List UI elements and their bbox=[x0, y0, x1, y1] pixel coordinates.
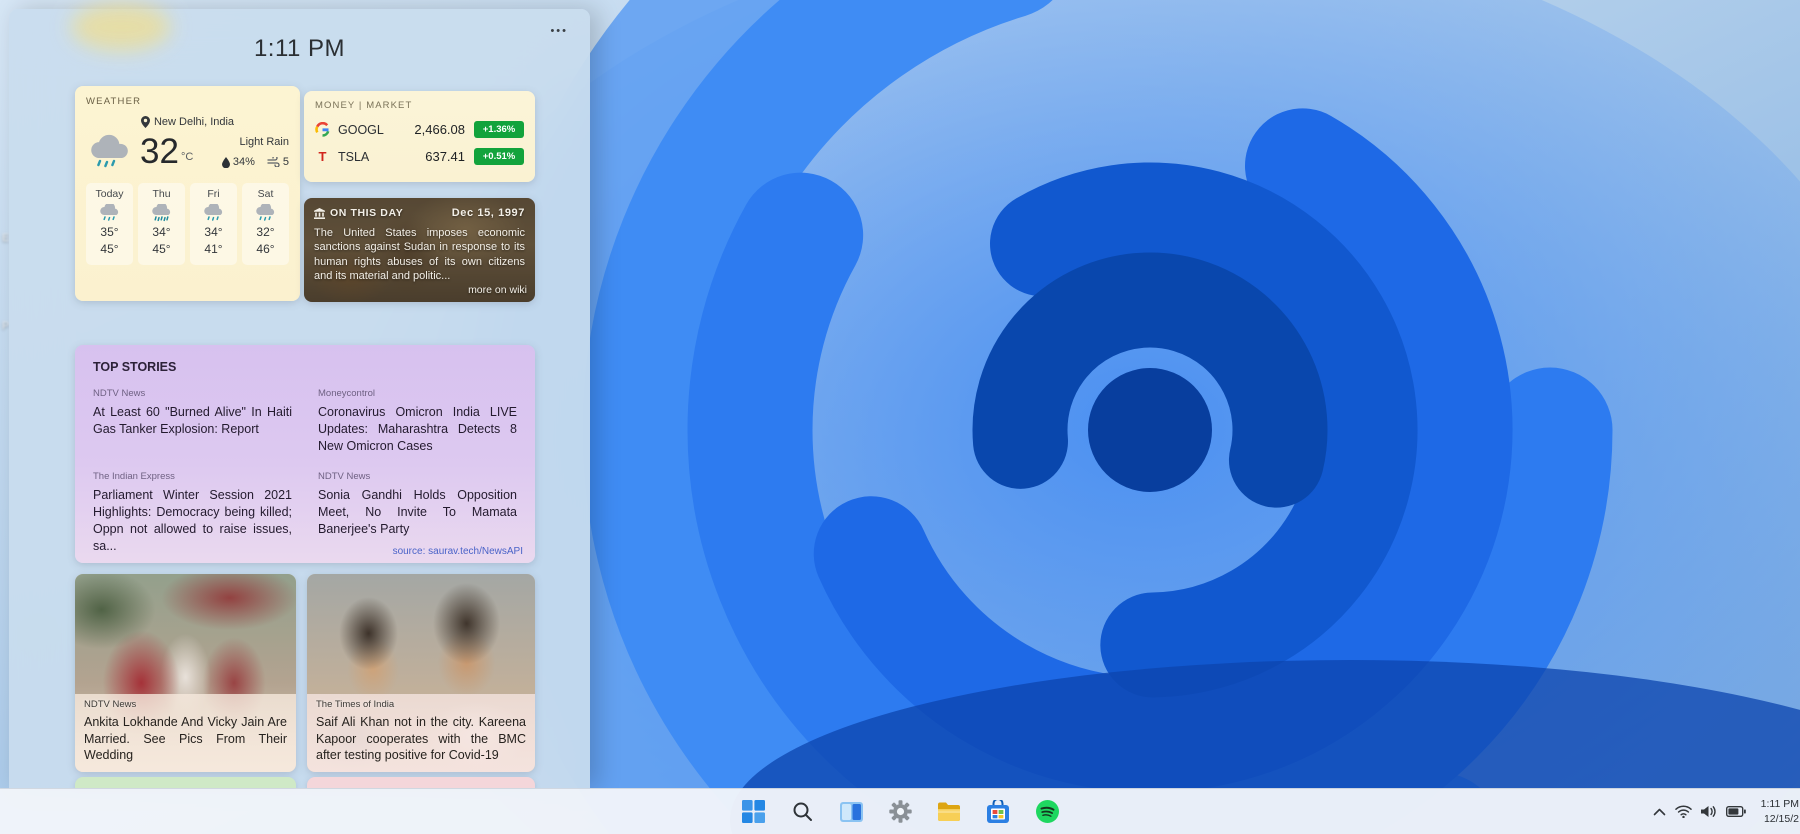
stock-change-badge: +1.36% bbox=[474, 121, 524, 138]
weather-temp: 32 bbox=[140, 132, 179, 171]
desktop: E P 1:11 PM ••• WEATHER New Delhi, India… bbox=[0, 0, 1800, 834]
stories-attribution-link[interactable]: source: saurav.tech/NewsAPI bbox=[393, 546, 523, 557]
location-pin-icon bbox=[140, 116, 150, 128]
volume-icon[interactable] bbox=[1701, 805, 1717, 818]
more-options-button[interactable]: ••• bbox=[544, 21, 574, 41]
stock-symbol: GOOGL bbox=[338, 122, 384, 137]
tray-time: 1:11 PM bbox=[1760, 798, 1799, 811]
rain-cloud-icon bbox=[203, 204, 222, 221]
more-on-wiki-link[interactable]: more on wiki bbox=[468, 284, 527, 296]
top-stories-widget: TOP STORIES NDTV News At Least 60 "Burne… bbox=[75, 345, 535, 563]
story-source: The Indian Express bbox=[93, 471, 175, 483]
weather-forecast: Today 35° 45° Thu 34° 45° Fri 34° 41° Sat bbox=[86, 183, 289, 265]
forecast-day[interactable]: Fri 34° 41° bbox=[190, 183, 237, 265]
news-card[interactable]: The Times of India Saif Ali Khan not in … bbox=[307, 574, 535, 772]
stock-symbol: TSLA bbox=[338, 149, 370, 164]
market-widget[interactable]: MONEY | MARKET GOOGL 2,466.08 +1.36% T T… bbox=[304, 91, 535, 182]
forecast-day[interactable]: Thu 34° 45° bbox=[138, 183, 185, 265]
story-source: NDTV News bbox=[318, 471, 371, 483]
story-item[interactable]: Moneycontrol Coronavirus Omicron India L… bbox=[318, 388, 517, 454]
widgets-time: 1:11 PM bbox=[253, 35, 346, 62]
weather-location: New Delhi, India bbox=[153, 116, 235, 128]
spotify-button[interactable] bbox=[1029, 794, 1065, 830]
stock-change-badge: +0.51% bbox=[474, 148, 524, 165]
market-title: MONEY | MARKET bbox=[315, 100, 413, 111]
task-view-button[interactable] bbox=[833, 794, 869, 830]
top-stories-title: TOP STORIES bbox=[93, 360, 177, 374]
tray-clock[interactable]: 1:11 PM 12/15/2 bbox=[1755, 797, 1799, 825]
tesla-logo-icon: T bbox=[318, 149, 327, 164]
heavy-rain-cloud-icon bbox=[151, 204, 170, 222]
taskbar: 1:11 PM 12/15/2 bbox=[0, 788, 1800, 834]
file-explorer-button[interactable] bbox=[931, 794, 967, 830]
humidity-icon bbox=[221, 156, 230, 168]
story-source: Moneycontrol bbox=[318, 388, 376, 399]
news-headline: Ankita Lokhande And Vicky Jain Are Marri… bbox=[84, 715, 287, 763]
weather-wind: 5 bbox=[282, 156, 289, 168]
battery-icon[interactable] bbox=[1726, 806, 1746, 817]
story-item[interactable]: NDTV News Sonia Gandhi Holds Opposition … bbox=[318, 471, 517, 554]
on-this-day-date: Dec 15, 1997 bbox=[451, 207, 525, 219]
story-headline: At Least 60 "Burned Alive" In Haiti Gas … bbox=[93, 405, 292, 436]
stock-row[interactable]: GOOGL 2,466.08 +1.36% bbox=[315, 121, 524, 138]
story-source: NDTV News bbox=[93, 388, 146, 399]
next-card-peek bbox=[75, 777, 296, 788]
weather-humidity: 34% bbox=[232, 156, 255, 168]
stock-price: 2,466.08 bbox=[414, 122, 465, 137]
news-headline: Saif Ali Khan not in the city. Kareena K… bbox=[316, 715, 526, 763]
story-headline: Parliament Winter Session 2021 Highlight… bbox=[93, 488, 292, 553]
story-headline: Coronavirus Omicron India LIVE Updates: … bbox=[318, 405, 517, 453]
google-logo-icon bbox=[315, 122, 330, 137]
rain-cloud-icon bbox=[255, 204, 274, 221]
story-item[interactable]: The Indian Express Parliament Winter Ses… bbox=[93, 471, 292, 554]
museum-icon bbox=[314, 207, 325, 219]
on-this-day-text: The United States imposes economic sanct… bbox=[314, 227, 525, 282]
on-this-day-title: ON THIS DAY bbox=[330, 207, 404, 219]
forecast-day[interactable]: Today 35° 45° bbox=[86, 183, 133, 265]
rain-cloud-icon bbox=[91, 134, 128, 168]
tray-chevron-icon[interactable] bbox=[1653, 808, 1666, 816]
story-item[interactable]: NDTV News At Least 60 "Burned Alive" In … bbox=[93, 388, 292, 454]
stock-row[interactable]: T TSLA 637.41 +0.51% bbox=[315, 148, 524, 165]
start-button[interactable] bbox=[735, 794, 771, 830]
weather-title: WEATHER bbox=[86, 96, 142, 107]
story-headline: Sonia Gandhi Holds Opposition Meet, No I… bbox=[318, 488, 517, 536]
search-button[interactable] bbox=[784, 794, 820, 830]
forecast-day[interactable]: Sat 32° 46° bbox=[242, 183, 289, 265]
news-source: NDTV News bbox=[84, 699, 137, 711]
wifi-icon[interactable] bbox=[1675, 805, 1692, 818]
weather-condition: Light Rain bbox=[239, 136, 289, 148]
wind-icon bbox=[267, 157, 280, 167]
next-card-peek bbox=[307, 777, 535, 788]
weather-unit: °C bbox=[180, 151, 194, 163]
news-source: The Times of India bbox=[316, 699, 395, 711]
settings-button[interactable] bbox=[882, 794, 918, 830]
on-this-day-widget[interactable]: ON THIS DAY Dec 15, 1997 The United Stat… bbox=[304, 198, 535, 302]
stock-price: 637.41 bbox=[425, 149, 465, 164]
tray-date: 12/15/2 bbox=[1763, 812, 1799, 825]
rain-cloud-icon bbox=[99, 204, 118, 221]
weather-widget[interactable]: WEATHER New Delhi, India 32 °C Light Rai… bbox=[75, 86, 300, 301]
microsoft-store-button[interactable] bbox=[980, 794, 1016, 830]
news-card[interactable]: NDTV News Ankita Lokhande And Vicky Jain… bbox=[75, 574, 296, 772]
widgets-panel: 1:11 PM ••• WEATHER New Delhi, India 32 … bbox=[9, 3, 590, 788]
